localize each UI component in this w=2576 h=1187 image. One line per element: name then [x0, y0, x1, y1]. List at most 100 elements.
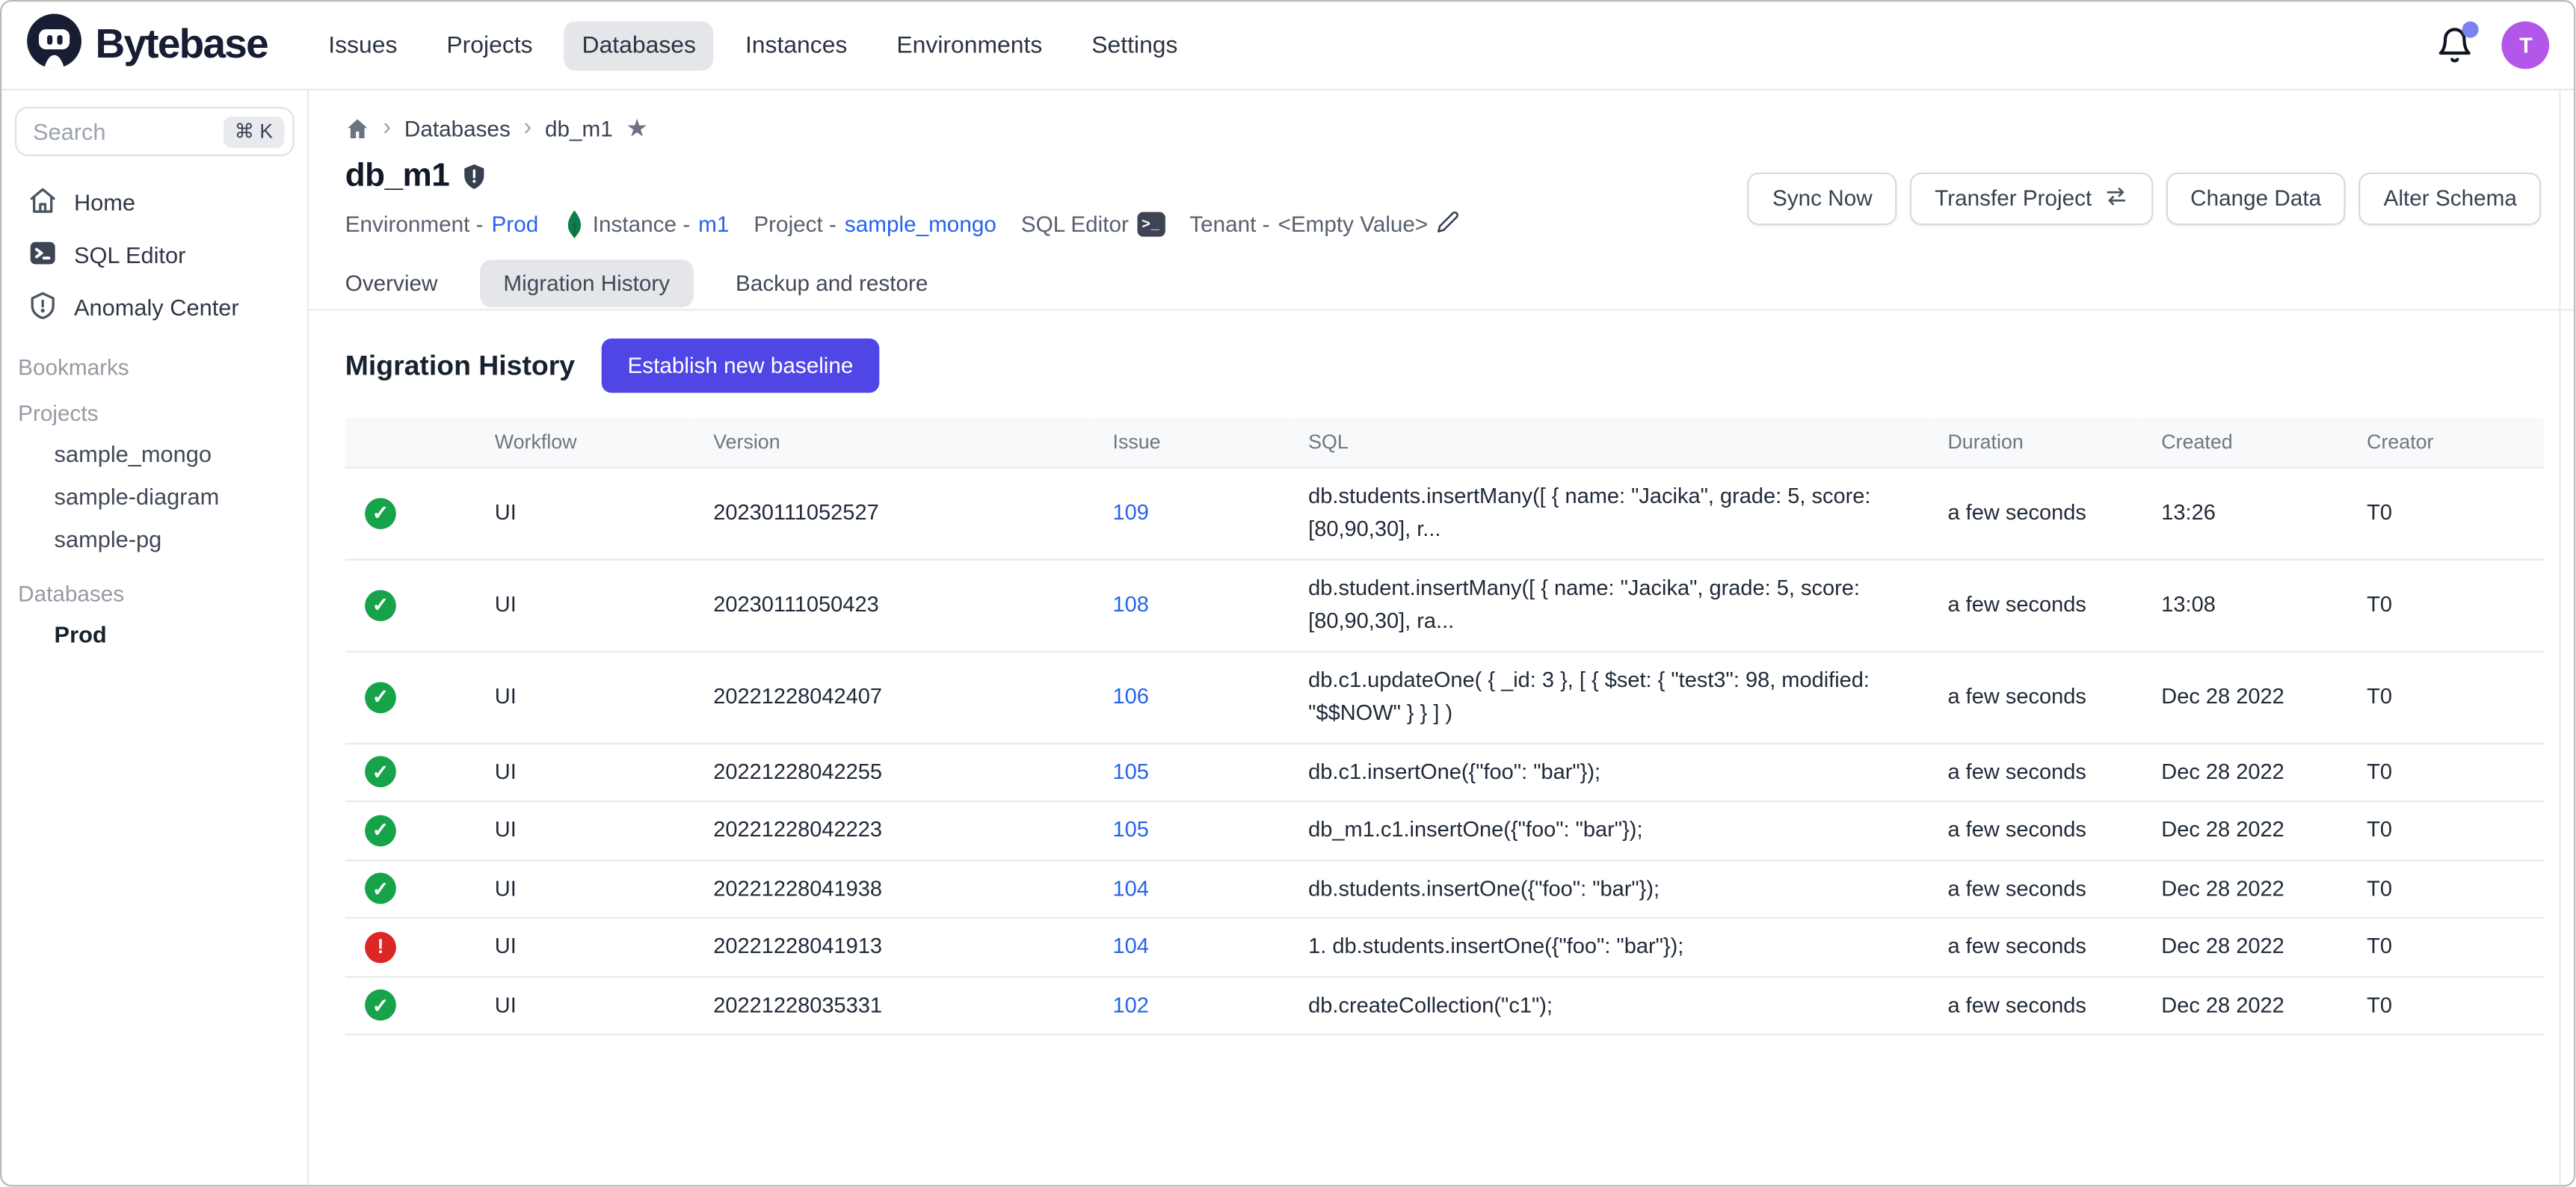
sidebar-item-anomaly-center[interactable]: Anomaly Center — [15, 281, 295, 333]
table-row[interactable]: ✓ UI 20230111050423 108 db.student.inser… — [345, 559, 2545, 651]
sidebar-item-label: Anomaly Center — [74, 295, 239, 321]
nav-item-instances[interactable]: Instances — [727, 20, 866, 70]
keyboard-shortcut-badge: ⌘ K — [223, 116, 284, 147]
issue-link[interactable]: 104 — [1113, 934, 1149, 958]
version-cell: 20221228042255 — [694, 743, 1093, 801]
topnav-right: T — [2436, 22, 2550, 70]
environment-link[interactable]: Prod — [492, 212, 539, 237]
duration-cell: a few seconds — [1928, 801, 2142, 860]
status-icon: ✓ — [365, 498, 396, 529]
chevron-right-icon: › — [523, 115, 531, 140]
meta-sql-editor[interactable]: SQL Editor >_ — [1021, 212, 1165, 237]
table-row[interactable]: ✓ UI 20221228042407 106 db.c1.updateOne(… — [345, 651, 2545, 743]
creator-cell: T0 — [2347, 976, 2545, 1035]
version-cell: 20221228042407 — [694, 651, 1093, 743]
table-row[interactable]: ✓ UI 20221228042223 105 db_m1.c1.insertO… — [345, 801, 2545, 860]
app-window: Bytebase IssuesProjects Databases Instance… — [0, 0, 2576, 1187]
breadcrumb-home-icon[interactable] — [345, 117, 370, 141]
mongodb-leaf-icon — [563, 210, 585, 238]
sync-now-button[interactable]: Sync Now — [1748, 172, 1897, 224]
sidebar-item-prod[interactable]: Prod — [15, 613, 295, 656]
table-row[interactable]: ! UI 20221228041913 104 1. db.students.i… — [345, 918, 2545, 976]
duration-cell: a few seconds — [1928, 918, 2142, 976]
establish-baseline-button[interactable]: Establish new baseline — [601, 339, 879, 393]
tab-overview[interactable]: Overview — [345, 259, 438, 307]
duration-cell: a few seconds — [1928, 468, 2142, 560]
duration-cell: a few seconds — [1928, 860, 2142, 918]
version-cell: 20221228042223 — [694, 801, 1093, 860]
sql-cell: db.students.insertOne({"foo": "bar"}); — [1289, 860, 1928, 918]
issue-link[interactable]: 106 — [1113, 684, 1149, 709]
version-cell: 20230111050423 — [694, 559, 1093, 651]
issue-link[interactable]: 104 — [1113, 875, 1149, 900]
duration-cell: a few seconds — [1928, 976, 2142, 1035]
workflow-cell: UI — [475, 468, 693, 560]
table-row[interactable]: ✓ UI 20230111052527 109 db.students.inse… — [345, 468, 2545, 560]
issue-link[interactable]: 102 — [1113, 992, 1149, 1017]
creator-cell: T0 — [2347, 743, 2545, 801]
column-header-issue: Issue — [1093, 417, 1289, 467]
tab-backup-and-restore[interactable]: Backup and restore — [736, 259, 928, 307]
tab-migration-history[interactable]: Migration History — [481, 259, 693, 307]
sidebar-section-databases: Databases — [18, 582, 294, 606]
created-cell: 13:08 — [2142, 559, 2347, 651]
section-title: Migration History — [345, 349, 575, 382]
nav-item-settings[interactable]: Settings — [1073, 20, 1196, 70]
sidebar-item-sample-mongo[interactable]: sample_mongo — [15, 432, 295, 475]
workflow-cell: UI — [475, 559, 693, 651]
column-header-created: Created — [2142, 417, 2347, 467]
column-header-sql: SQL — [1289, 417, 1928, 467]
workflow-cell: UI — [475, 860, 693, 918]
bytebase-logo[interactable]: Bytebase — [25, 11, 268, 78]
issue-link[interactable]: 105 — [1113, 817, 1149, 842]
edit-pencil-icon[interactable] — [1436, 210, 1459, 238]
version-cell: 20221228035331 — [694, 976, 1093, 1035]
creator-cell: T0 — [2347, 651, 2545, 743]
workflow-cell: UI — [475, 801, 693, 860]
breadcrumb-item-databases[interactable]: Databases — [404, 117, 511, 141]
nav-item-issues[interactable]: Issues — [310, 20, 416, 70]
nav-item-environments[interactable]: Environments — [878, 20, 1060, 70]
instance-link[interactable]: m1 — [698, 212, 729, 237]
sidebar-item-home[interactable]: Home — [15, 176, 295, 228]
breadcrumb-item-db-m1[interactable]: db_m1 — [545, 117, 613, 141]
nav-item-projects[interactable]: Projects — [428, 20, 551, 70]
tab-bar: Overview Migration History Backup and rest… — [309, 238, 2574, 311]
star-icon[interactable]: ★ — [626, 117, 648, 141]
workflow-cell: UI — [475, 976, 693, 1035]
issue-link[interactable]: 108 — [1113, 592, 1149, 617]
table-row[interactable]: ✓ UI 20221228042255 105 db.c1.insertOne(… — [345, 743, 2545, 801]
nav-item-databases[interactable]: Databases — [564, 20, 714, 70]
project-link[interactable]: sample_mongo — [845, 212, 996, 237]
created-cell: Dec 28 2022 — [2142, 918, 2347, 976]
tenant-value: <Empty Value> — [1278, 212, 1429, 237]
shield-status-icon — [463, 163, 487, 191]
created-cell: Dec 28 2022 — [2142, 976, 2347, 1035]
column-header-version: Version — [694, 417, 1093, 467]
created-cell: Dec 28 2022 — [2142, 743, 2347, 801]
sidebar-item-sample-pg[interactable]: sample-pg — [15, 518, 295, 561]
workflow-cell: UI — [475, 651, 693, 743]
table-row[interactable]: ✓ UI 20221228041938 104 db.students.inse… — [345, 860, 2545, 918]
search-input[interactable]: Search ⌘ K — [15, 107, 295, 156]
change-data-button[interactable]: Change Data — [2166, 172, 2346, 224]
table-row[interactable]: ✓ UI 20221228035331 102 db.createCollect… — [345, 976, 2545, 1035]
status-icon: ✓ — [365, 873, 396, 904]
transfer-project-button[interactable]: Transfer Project — [1910, 172, 2152, 224]
alter-schema-button[interactable]: Alter Schema — [2359, 172, 2542, 224]
avatar[interactable]: T — [2502, 22, 2550, 70]
creator-cell: T0 — [2347, 918, 2545, 976]
creator-cell: T0 — [2347, 801, 2545, 860]
notification-bell-icon[interactable] — [2436, 25, 2476, 65]
issue-link[interactable]: 109 — [1113, 500, 1149, 525]
sidebar-item-sample-diagram[interactable]: sample-diagram — [15, 475, 295, 517]
home-icon — [28, 185, 58, 219]
meta-environment: Environment - Prod — [345, 212, 539, 237]
workflow-cell: UI — [475, 743, 693, 801]
created-cell: Dec 28 2022 — [2142, 801, 2347, 860]
status-icon: ✓ — [365, 815, 396, 846]
sidebar-item-sql-editor[interactable]: SQL Editor — [15, 229, 295, 281]
version-cell: 20221228041938 — [694, 860, 1093, 918]
issue-link[interactable]: 105 — [1113, 759, 1149, 783]
sql-cell: db.createCollection("c1"); — [1289, 976, 1928, 1035]
